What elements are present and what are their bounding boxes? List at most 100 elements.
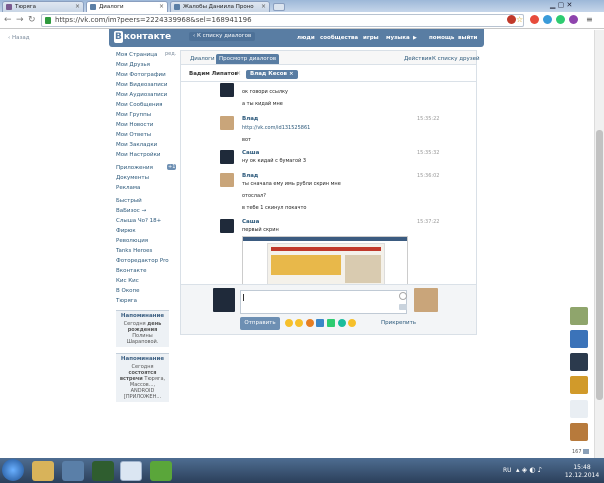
vk-logo[interactable]: Вконтакте [114,31,171,43]
friend-avatar[interactable] [570,353,588,371]
nav-groups[interactable]: Мои Группы [116,110,176,120]
screenshot-attachment[interactable] [242,236,408,286]
torrent-icon[interactable] [150,461,172,481]
app-link[interactable]: Революция [116,236,176,246]
reload-icon[interactable]: ↻ [28,15,36,25]
avatar[interactable] [220,150,234,164]
app-link[interactable]: Фоторедактор Pro [116,256,176,266]
friend-avatar[interactable] [570,307,588,325]
emoji-angry-icon[interactable] [306,319,314,327]
friend-avatar[interactable] [570,376,588,394]
nav-messages[interactable]: Мои Сообщения [116,100,176,110]
nav-audio[interactable]: Мои Аудиозаписи [116,90,176,100]
browser-tab[interactable]: Жалобы Даниила Проно × [170,1,270,12]
peer-tab-active[interactable]: Влад Кесов × [246,70,298,79]
message-input[interactable] [240,290,407,314]
emoji-gift-icon[interactable] [338,319,346,327]
app-link[interactable]: Вконтакте [116,266,176,276]
smile-icon[interactable] [399,292,407,300]
avatar[interactable] [220,219,234,233]
extension-icon[interactable] [569,15,578,24]
app-link[interactable]: Tanks Heroes [116,246,176,256]
sender-name[interactable]: Саша [242,219,259,225]
new-tab-button[interactable] [273,3,285,11]
browser-tab[interactable]: Тюряга × [2,1,84,12]
app-link[interactable]: Кис Кис [116,276,176,286]
extension-icon[interactable] [530,15,539,24]
peer-tab[interactable]: Вадим Липатов [189,70,238,79]
tab-view-dialogs[interactable]: Просмотр диалогов [216,54,280,64]
nav-settings[interactable]: Мои Настройки [116,150,176,160]
window-controls[interactable]: ▁ ▢ ✕ [550,1,572,9]
sender-name[interactable]: Влад [242,173,258,179]
start-button[interactable] [2,459,24,481]
sender-name[interactable]: Влад [242,116,258,122]
menu-icon[interactable]: ≡ [586,15,593,24]
settings-icon[interactable] [583,449,589,454]
emoji-heart-icon[interactable] [327,319,335,327]
menu-help[interactable]: помощь [429,35,454,41]
reminder-birthday[interactable]: Напоминание Сегодня день рождения Полины… [116,310,169,347]
friend-avatar[interactable] [570,423,588,441]
avatar[interactable] [220,83,234,97]
message-link[interactable]: http://vk.com/id131525861 [242,125,310,131]
tray-icons[interactable]: ▴ ◈ ◐ ♪ [516,466,542,474]
nav-bookmarks[interactable]: Мои Закладки [116,140,176,150]
avatar[interactable] [220,116,234,130]
tab-dialogs[interactable]: Диалоги [187,54,218,64]
menu-music[interactable]: музыка [386,35,410,41]
nav-answers[interactable]: Мои Ответы [116,130,176,140]
app-link[interactable]: Тюряга [116,296,176,306]
extension-icon[interactable] [507,15,516,24]
nav-ads[interactable]: Реклама [116,183,176,193]
emoji-hand-icon[interactable] [348,319,356,327]
close-icon[interactable]: × [159,2,164,12]
reminder-events[interactable]: Напоминание Сегодня состоятся встречи Тю… [116,353,169,402]
emoji-square-icon[interactable] [316,319,324,327]
star-icon[interactable]: ☆ [516,15,523,24]
scrollbar-thumb[interactable] [596,130,603,400]
menu-games[interactable]: игры [363,35,379,41]
avatar[interactable] [220,173,234,187]
menu-communities[interactable]: сообщества [320,35,358,41]
nav-documents[interactable]: Документы [116,173,176,183]
close-icon[interactable]: × [236,70,241,77]
play-icon[interactable]: ▶ [413,35,417,41]
language-indicator[interactable]: RU [503,467,512,474]
menu-logout[interactable]: выйти [458,35,477,41]
app-link[interactable]: Фирюк [116,226,176,236]
extension-icon[interactable] [556,15,565,24]
utorrent-icon[interactable] [92,461,114,481]
emoji-smile-icon[interactable] [285,319,293,327]
extension-icon[interactable] [543,15,552,24]
friend-avatar[interactable] [570,400,588,418]
chrome-icon[interactable] [120,461,142,481]
explorer-icon[interactable] [32,461,54,481]
nav-videos[interactable]: Мои Видеозаписи [116,80,176,90]
nav-photos[interactable]: Мои Фотографии [116,70,176,80]
app-link[interactable]: ВаБизос → [116,206,176,216]
emoji-wink-icon[interactable] [295,319,303,327]
media-icon[interactable] [62,461,84,481]
edit-link[interactable]: ред. [165,51,176,57]
clock[interactable]: 15:48 12.12.2014 [562,464,602,480]
forward-arrow-icon[interactable]: → [16,15,24,25]
nav-friends[interactable]: Мои Друзья [116,60,176,70]
app-link[interactable]: Быстрый [116,196,176,206]
friend-avatar[interactable] [570,330,588,348]
sender-name[interactable]: Саша [242,150,259,156]
app-link[interactable]: Слыша Чо? 18+ [116,216,176,226]
app-link[interactable]: В Окопе [116,286,176,296]
friends-list-link[interactable]: К списку друзей [429,54,483,64]
back-nav-link[interactable]: ‹ Назад [8,35,30,41]
send-button[interactable]: Отправить [240,317,280,330]
attach-link[interactable]: Прикрепить [381,320,416,326]
back-to-list-button[interactable]: ‹ К списку диалогов [189,32,256,41]
camera-icon[interactable] [399,304,407,310]
browser-tab-active[interactable]: Диалоги × [86,1,168,12]
nav-news[interactable]: Мои Новости [116,120,176,130]
close-icon[interactable]: × [261,2,266,12]
back-arrow-icon[interactable]: ← [4,15,12,25]
menu-people[interactable]: люди [297,35,315,41]
peer-avatar[interactable] [414,288,438,312]
